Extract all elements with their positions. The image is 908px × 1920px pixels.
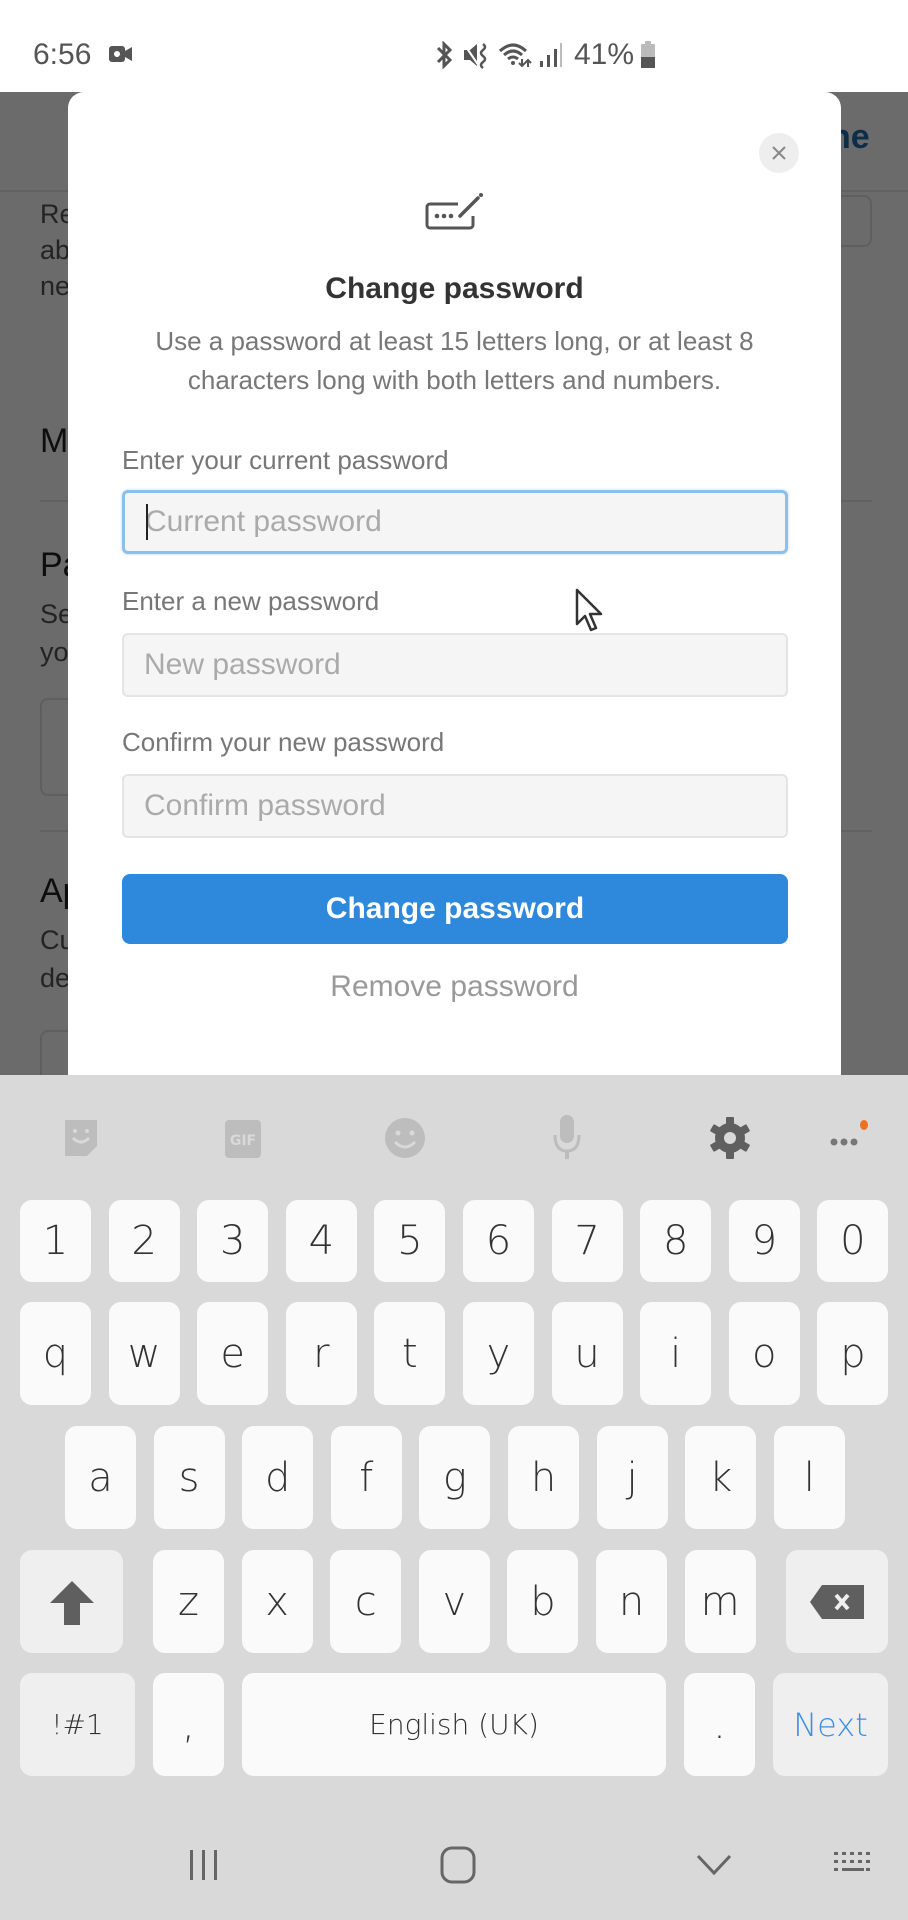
key-u[interactable]: u — [551, 1302, 623, 1405]
emoji-icon — [385, 1118, 425, 1158]
key-9[interactable]: 9 — [728, 1200, 800, 1282]
key-o[interactable]: o — [728, 1302, 800, 1405]
comma-key[interactable]: , — [153, 1673, 224, 1776]
close-icon — [772, 146, 786, 160]
home-icon — [440, 1846, 476, 1884]
signal-icon — [540, 43, 562, 67]
recent-apps-button[interactable] — [174, 1840, 234, 1890]
key-z[interactable]: z — [153, 1550, 224, 1653]
symbols-key[interactable]: !#1 — [20, 1673, 135, 1776]
close-button[interactable] — [759, 133, 799, 173]
battery-icon — [641, 41, 656, 68]
video-camera-icon — [109, 46, 132, 62]
password-edit-icon — [425, 193, 483, 230]
key-4[interactable]: 4 — [285, 1200, 357, 1282]
sticker-button[interactable] — [58, 1115, 104, 1161]
key-d[interactable]: d — [242, 1426, 314, 1529]
change-password-modal: Change password Use a password at least … — [68, 92, 841, 1075]
emoji-button[interactable] — [382, 1115, 428, 1161]
text-caret — [146, 504, 148, 540]
more-icon — [830, 1120, 868, 1146]
key-0[interactable]: 0 — [817, 1200, 889, 1282]
key-k[interactable]: k — [685, 1426, 757, 1529]
back-icon — [696, 1854, 732, 1876]
key-7[interactable]: 7 — [551, 1200, 623, 1282]
key-f[interactable]: f — [330, 1426, 402, 1529]
current-password-label: Enter your current password — [122, 445, 449, 475]
key-n[interactable]: n — [596, 1550, 667, 1653]
notification-dot — [860, 1120, 868, 1130]
backspace-key[interactable] — [786, 1550, 888, 1653]
key-y[interactable]: y — [463, 1302, 534, 1405]
sticker-icon — [65, 1120, 97, 1156]
key-b[interactable]: b — [507, 1550, 579, 1653]
key-e[interactable]: e — [197, 1302, 269, 1405]
backspace-icon — [810, 1584, 864, 1619]
modal-description: Use a password at least 15 letters long,… — [155, 326, 754, 395]
keyboard-switch-button[interactable] — [824, 1840, 884, 1890]
key-a[interactable]: a — [65, 1426, 136, 1529]
shift-icon — [49, 1580, 94, 1625]
key-m[interactable]: m — [684, 1550, 756, 1653]
home-button[interactable] — [428, 1840, 488, 1890]
new-password-input[interactable] — [122, 633, 788, 697]
key-h[interactable]: h — [508, 1426, 579, 1529]
gif-icon: GIF — [225, 1120, 261, 1158]
battery-percent: 41% — [574, 38, 635, 71]
key-w[interactable]: w — [108, 1302, 180, 1405]
key-q[interactable]: q — [20, 1302, 91, 1405]
key-x[interactable]: x — [241, 1550, 313, 1653]
mute-vibrate-icon — [463, 43, 487, 69]
voice-input-button[interactable] — [544, 1115, 590, 1161]
mouse-cursor-icon — [575, 588, 603, 632]
next-key[interactable]: Next — [773, 1673, 888, 1776]
remove-password-link[interactable]: Remove password — [68, 970, 841, 1004]
back-button[interactable] — [684, 1840, 744, 1890]
key-2[interactable]: 2 — [108, 1200, 180, 1282]
modal-title: Change password — [325, 272, 584, 305]
period-key[interactable]: . — [684, 1673, 755, 1776]
key-1[interactable]: 1 — [20, 1200, 91, 1282]
key-5[interactable]: 5 — [374, 1200, 446, 1282]
more-options-button[interactable] — [826, 1115, 872, 1161]
shift-key[interactable] — [20, 1550, 123, 1653]
key-g[interactable]: g — [419, 1426, 491, 1529]
key-c[interactable]: c — [330, 1550, 402, 1653]
key-i[interactable]: i — [640, 1302, 712, 1405]
key-6[interactable]: 6 — [463, 1200, 534, 1282]
key-l[interactable]: l — [773, 1426, 845, 1529]
key-s[interactable]: s — [153, 1426, 225, 1529]
status-time: 6:56 — [33, 38, 92, 71]
confirm-password-label: Confirm your new password — [122, 727, 445, 757]
bluetooth-icon — [436, 41, 453, 69]
svg-text:GIF: GIF — [230, 1133, 256, 1149]
on-screen-keyboard: GIF 1 2 3 4 5 6 7 8 9 0 q w e r t y u i … — [0, 1075, 908, 1920]
key-3[interactable]: 3 — [197, 1200, 269, 1282]
keyboard-settings-button[interactable] — [707, 1115, 753, 1161]
gif-button[interactable]: GIF — [220, 1115, 266, 1161]
key-r[interactable]: r — [285, 1302, 357, 1405]
wifi-icon — [498, 43, 532, 68]
key-j[interactable]: j — [596, 1426, 668, 1529]
key-8[interactable]: 8 — [640, 1200, 712, 1282]
change-password-button[interactable]: Change password — [122, 874, 788, 944]
key-v[interactable]: v — [418, 1550, 490, 1653]
status-icons: 41% — [432, 38, 656, 72]
settings-icon — [710, 1117, 750, 1159]
microphone-icon — [553, 1115, 581, 1159]
key-t[interactable]: t — [374, 1302, 446, 1405]
recent-apps-icon — [190, 1850, 217, 1880]
new-password-label: Enter a new password — [122, 586, 380, 616]
keyboard-switch-icon — [834, 1852, 870, 1871]
status-bar: 6:56 41% — [0, 0, 908, 92]
navigation-bar — [0, 1810, 908, 1920]
current-password-input[interactable] — [122, 490, 788, 554]
space-key[interactable]: English (UK) — [242, 1673, 666, 1776]
key-p[interactable]: p — [817, 1302, 889, 1405]
keyboard-toolbar: GIF — [0, 1075, 908, 1190]
confirm-password-input[interactable] — [122, 774, 788, 838]
